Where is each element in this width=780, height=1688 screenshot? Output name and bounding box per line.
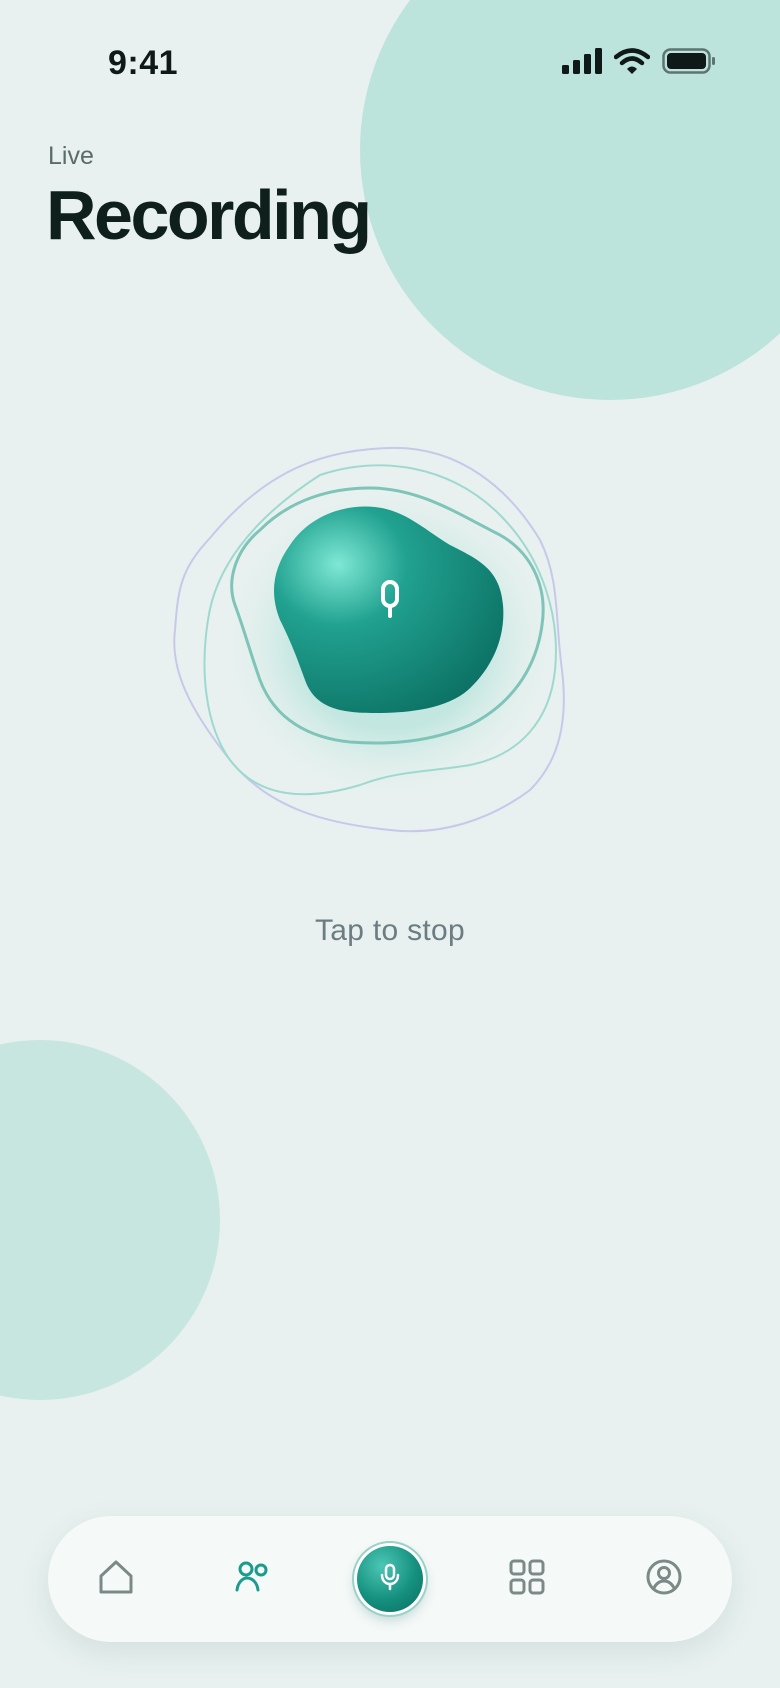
nav-people[interactable] [213, 1539, 293, 1619]
home-icon [96, 1557, 136, 1602]
people-icon [233, 1557, 273, 1602]
grid-icon [507, 1557, 547, 1602]
tap-to-stop-hint: Tap to stop [314, 914, 466, 947]
bottom-nav [48, 1516, 732, 1642]
profile-icon [644, 1557, 684, 1602]
nav-record-button[interactable] [356, 1546, 423, 1612]
nav-home[interactable] [76, 1539, 156, 1619]
status-bar: 9:41 [0, 0, 780, 130]
microphone-icon [378, 1563, 402, 1596]
nav-record[interactable] [350, 1539, 430, 1619]
nav-grid[interactable] [487, 1539, 567, 1619]
status-time: 9:41 [108, 44, 179, 82]
cellular-signal-icon [562, 48, 602, 79]
recording-screen: 9:41 Live Recording Tap to stop [0, 0, 780, 1688]
header-eyebrow: Live [48, 142, 94, 170]
wifi-icon [613, 48, 651, 79]
status-icons [562, 48, 716, 79]
page-title: Recording [46, 176, 372, 254]
battery-icon [662, 48, 716, 79]
recording-visualizer[interactable] [150, 420, 630, 880]
decorative-bubble-bottom [0, 1040, 220, 1400]
nav-profile[interactable] [624, 1539, 704, 1619]
